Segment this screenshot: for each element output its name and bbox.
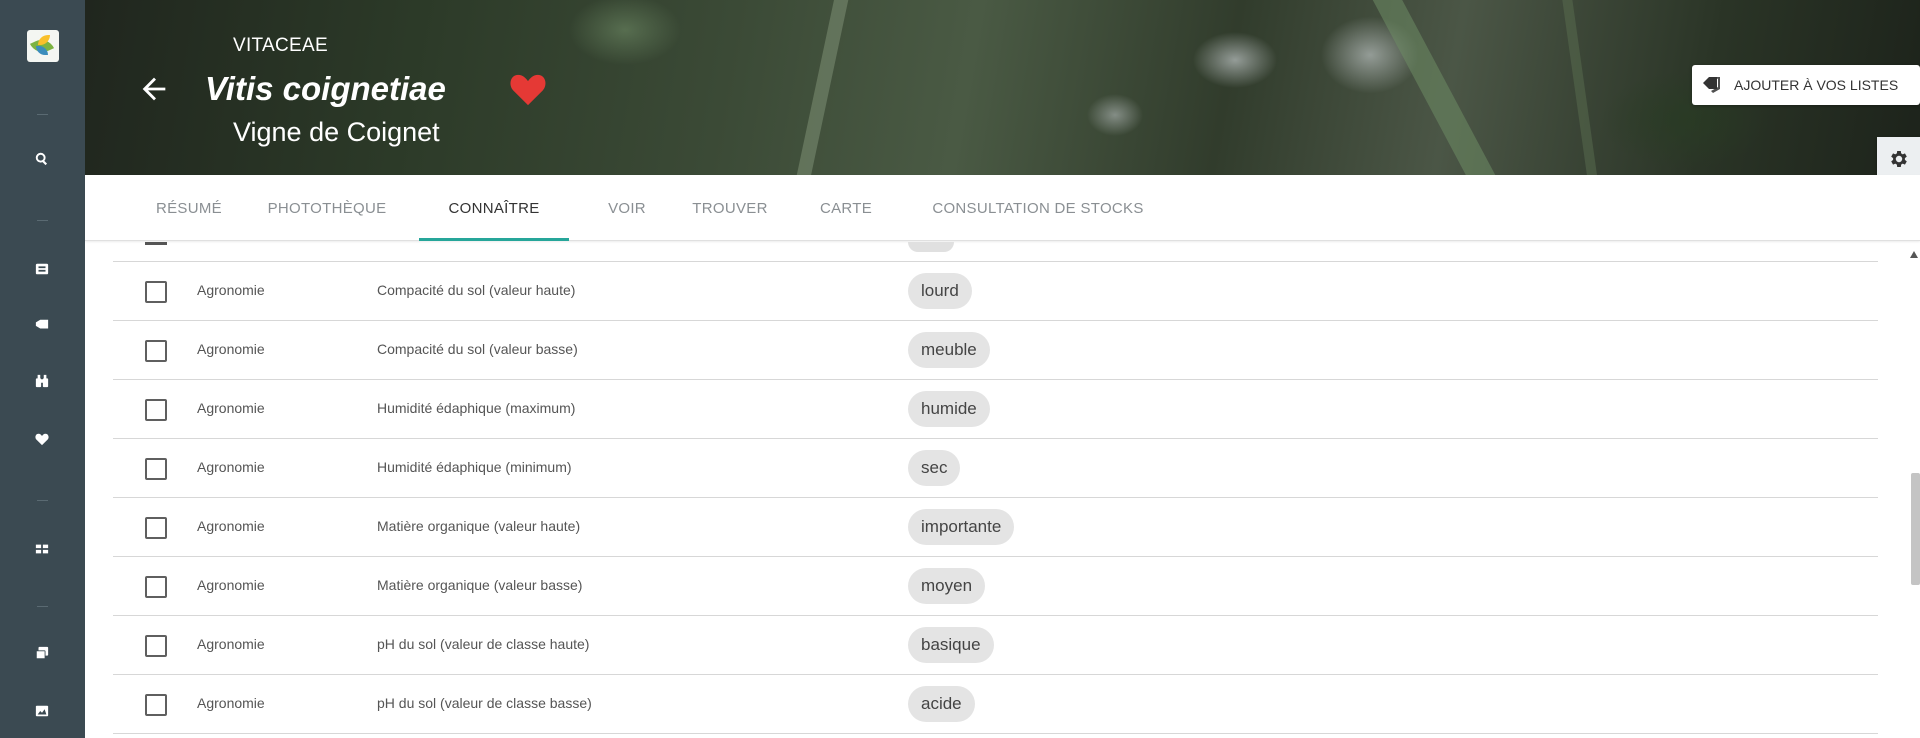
image-icon[interactable] <box>31 700 53 722</box>
row-checkbox[interactable] <box>145 399 167 421</box>
value-chip: basique <box>908 627 994 663</box>
app-root: VITACEAE Vitis coignetiae Vigne de Coign… <box>0 0 1920 738</box>
row-category: Agronomie <box>197 282 265 298</box>
table-row: Agronomie pH du sol (valeur de classe bas… <box>113 675 1878 734</box>
binoculars-icon[interactable] <box>31 370 53 392</box>
window-icon[interactable] <box>31 642 53 664</box>
back-arrow-icon[interactable] <box>137 72 171 106</box>
sidebar-divider <box>37 606 48 607</box>
row-category: Agronomie <box>197 341 265 357</box>
row-property: Compacité du sol (valeur basse) <box>377 341 578 357</box>
value-chip: sec <box>908 450 961 486</box>
value-chip <box>908 242 954 252</box>
table-row: Agronomie Humidité édaphique (maximum) hum… <box>113 380 1878 439</box>
tab-resume[interactable]: RÉSUMÉ <box>143 175 235 241</box>
row-checkbox[interactable] <box>145 242 167 245</box>
row-property: pH du sol (valeur de classe basse) <box>377 695 592 711</box>
row-checkbox[interactable] <box>145 281 167 303</box>
value-chip: humide <box>908 391 990 427</box>
family-name: VITACEAE <box>233 35 328 56</box>
row-property: Humidité édaphique (minimum) <box>377 459 572 475</box>
row-category: Agronomie <box>197 577 265 593</box>
favorite-heart-icon[interactable] <box>508 70 548 106</box>
table-row: Agronomie pH du sol (valeur de classe hau… <box>113 616 1878 675</box>
row-checkbox[interactable] <box>145 340 167 362</box>
table-row <box>113 242 1878 262</box>
tab-consultation-de-stocks[interactable]: CONSULTATION DE STOCKS <box>921 175 1155 241</box>
table-row: Agronomie Matière organique (valeur basse… <box>113 557 1878 616</box>
settings-button[interactable] <box>1877 137 1920 180</box>
tab-trouver[interactable]: TROUVER <box>673 175 787 241</box>
row-property: Humidité édaphique (maximum) <box>377 400 576 416</box>
app-logo[interactable] <box>27 30 59 62</box>
tag-icon[interactable] <box>31 314 53 336</box>
value-chip: lourd <box>908 273 972 309</box>
table-row: Agronomie Humidité édaphique (minimum) sec <box>113 439 1878 498</box>
table-row: Agronomie Compacité du sol (valeur haute)… <box>113 262 1878 321</box>
heart-icon[interactable] <box>31 428 53 450</box>
row-checkbox[interactable] <box>145 517 167 539</box>
characteristics-table: Agronomie Compacité du sol (valeur haute)… <box>113 242 1878 738</box>
row-property: Matière organique (valeur basse) <box>377 577 583 593</box>
row-category: Agronomie <box>197 459 265 475</box>
row-category: Agronomie <box>197 636 265 652</box>
row-category: Agronomie <box>197 400 265 416</box>
add-to-lists-button[interactable]: AJOUTER À VOS LISTES <box>1692 65 1920 105</box>
gear-icon <box>1890 150 1907 167</box>
species-banner: VITACEAE Vitis coignetiae Vigne de Coign… <box>85 0 1920 175</box>
table-row: Agronomie Matière organique (valeur haute… <box>113 498 1878 557</box>
tab-carte[interactable]: CARTE <box>801 175 891 241</box>
tab-phototheque[interactable]: PHOTOTHÈQUE <box>257 175 397 241</box>
scrollbar-thumb[interactable] <box>1911 473 1920 585</box>
common-name: Vigne de Coignet <box>233 117 440 147</box>
row-checkbox[interactable] <box>145 458 167 480</box>
value-chip: meuble <box>908 332 990 368</box>
tab-voir[interactable]: VOIR <box>587 175 667 241</box>
scientific-name: Vitis coignetiae <box>205 70 446 107</box>
row-category: Agronomie <box>197 518 265 534</box>
contact-card-icon[interactable] <box>31 258 53 280</box>
add-to-lists-label: AJOUTER À VOS LISTES <box>1734 77 1899 93</box>
value-chip: acide <box>908 686 975 722</box>
row-property: pH du sol (valeur de classe haute) <box>377 636 590 652</box>
sidebar-divider <box>37 114 48 115</box>
value-chip: importante <box>908 509 1015 545</box>
row-checkbox[interactable] <box>145 635 167 657</box>
row-checkbox[interactable] <box>145 576 167 598</box>
row-checkbox[interactable] <box>145 694 167 716</box>
tab-connaitre[interactable]: CONNAÎTRE <box>419 175 569 241</box>
table-row: Agronomie Compacité du sol (valeur basse)… <box>113 321 1878 380</box>
sidebar <box>0 0 85 738</box>
row-category: Agronomie <box>197 695 265 711</box>
scroll-up-arrow-icon[interactable] <box>1910 247 1918 258</box>
row-property: Matière organique (valeur haute) <box>377 518 581 534</box>
grid-icon[interactable] <box>31 538 53 560</box>
value-chip: moyen <box>908 568 986 604</box>
sidebar-divider <box>37 500 48 501</box>
search-icon[interactable] <box>31 148 53 170</box>
sidebar-divider <box>37 220 48 221</box>
tab-bar: RÉSUMÉ PHOTOTHÈQUE CONNAÎTRE VOIR TROUVE… <box>85 175 1920 241</box>
tags-icon <box>1702 76 1726 94</box>
row-property: Compacité du sol (valeur haute) <box>377 282 576 298</box>
